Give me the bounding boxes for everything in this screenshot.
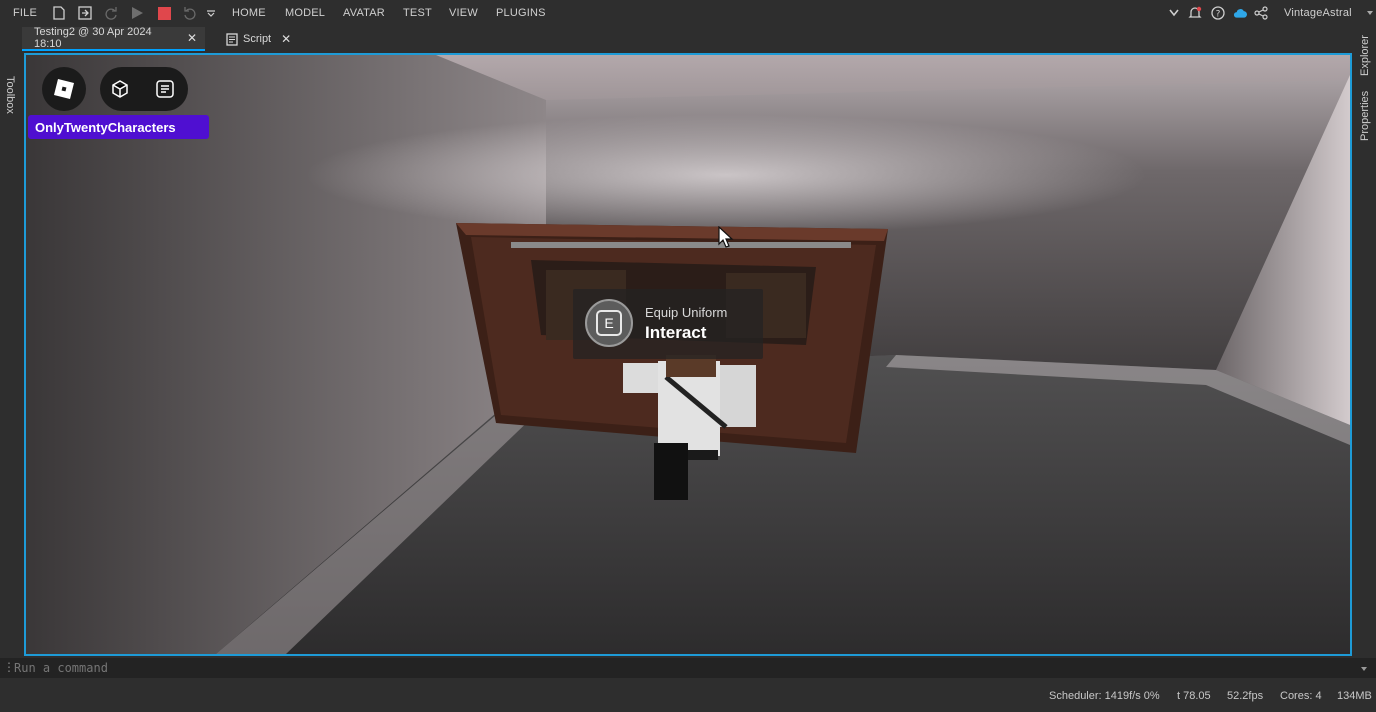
chevron-down-icon[interactable] [1360,661,1368,675]
chat-icon[interactable] [155,79,175,104]
close-icon[interactable]: ✕ [187,31,197,45]
proximity-prompt[interactable]: E Equip Uniform Interact [573,289,763,359]
tab-home[interactable]: HOME [232,7,266,19]
play-icon[interactable] [130,6,144,20]
tab-label: Testing2 @ 30 Apr 2024 18:10 [34,26,152,50]
memory-stat: 134MB [1337,690,1372,702]
tab-script[interactable]: Script ✕ [218,27,300,51]
new-file-icon[interactable] [52,6,66,20]
open-icon[interactable] [78,6,92,20]
tab-label: Script [243,33,272,45]
tab-view[interactable]: VIEW [449,7,478,19]
undo-icon[interactable] [183,6,197,20]
bell-icon[interactable] [1188,6,1202,20]
cloud-icon[interactable] [1233,6,1247,20]
tab-avatar[interactable]: AVATAR [343,7,385,19]
tab-plugins[interactable]: PLUGINS [496,7,546,19]
left-dock: Toolbox [0,27,22,655]
game-viewport[interactable]: OnlyTwentyCharacters E Equip Uniform Int… [24,53,1352,656]
menu-bar: FILE HOME MODEL AVATAR TEST VIEW PLUGINS… [0,0,1376,26]
right-dock: Explorer Properties [1353,27,1376,655]
svg-text:?: ? [1216,10,1221,20]
username-badge: OnlyTwentyCharacters [28,115,209,139]
tab-model[interactable]: MODEL [285,7,325,19]
roblox-menu-button[interactable] [42,67,86,111]
prompt-action-text: Interact [645,323,707,342]
properties-tab[interactable]: Properties [1359,91,1371,141]
toolbar-pill [100,67,188,111]
fps-stat: 52.2fps [1227,690,1264,702]
document-tabs: Testing2 @ 30 Apr 2024 18:10 ✕ Script ✕ [22,26,1352,51]
prompt-key-label: E [596,310,622,336]
roblox-logo-icon [54,79,74,99]
toolbox-tab[interactable]: Toolbox [4,76,16,114]
stop-icon[interactable] [157,6,171,20]
scheduler-stat: Scheduler: 1419f/s 0% [1049,690,1160,702]
mouse-cursor-icon [718,226,734,248]
command-input[interactable] [12,659,1352,677]
tab-test[interactable]: TEST [403,7,432,19]
quick-access-dropdown-icon[interactable] [204,6,218,20]
status-bar: Scheduler: 1419f/s 0% t 78.05 52.2fps Co… [0,684,1376,712]
tab-testing2[interactable]: Testing2 @ 30 Apr 2024 18:10 ✕ [22,26,205,51]
cores-stat: Cores: 4 [1280,690,1322,702]
redo-icon[interactable] [104,6,118,20]
selfview-icon[interactable] [110,79,130,104]
command-bar[interactable]: ⋮ [0,658,1376,678]
prompt-key-button[interactable]: E [585,299,633,347]
script-icon [226,32,238,46]
close-icon[interactable]: ✕ [281,32,291,46]
user-menu-chevron-icon[interactable] [1363,6,1376,20]
file-menu[interactable]: FILE [13,7,37,19]
explorer-tab[interactable]: Explorer [1359,35,1371,76]
prompt-object-text: Equip Uniform [645,305,728,320]
help-icon[interactable]: ? [1211,6,1225,20]
share-icon[interactable] [1254,6,1268,20]
chevron-down-icon[interactable] [1167,6,1181,20]
username-label[interactable]: VintageAstral [1284,7,1352,19]
time-stat: t 78.05 [1177,690,1211,702]
